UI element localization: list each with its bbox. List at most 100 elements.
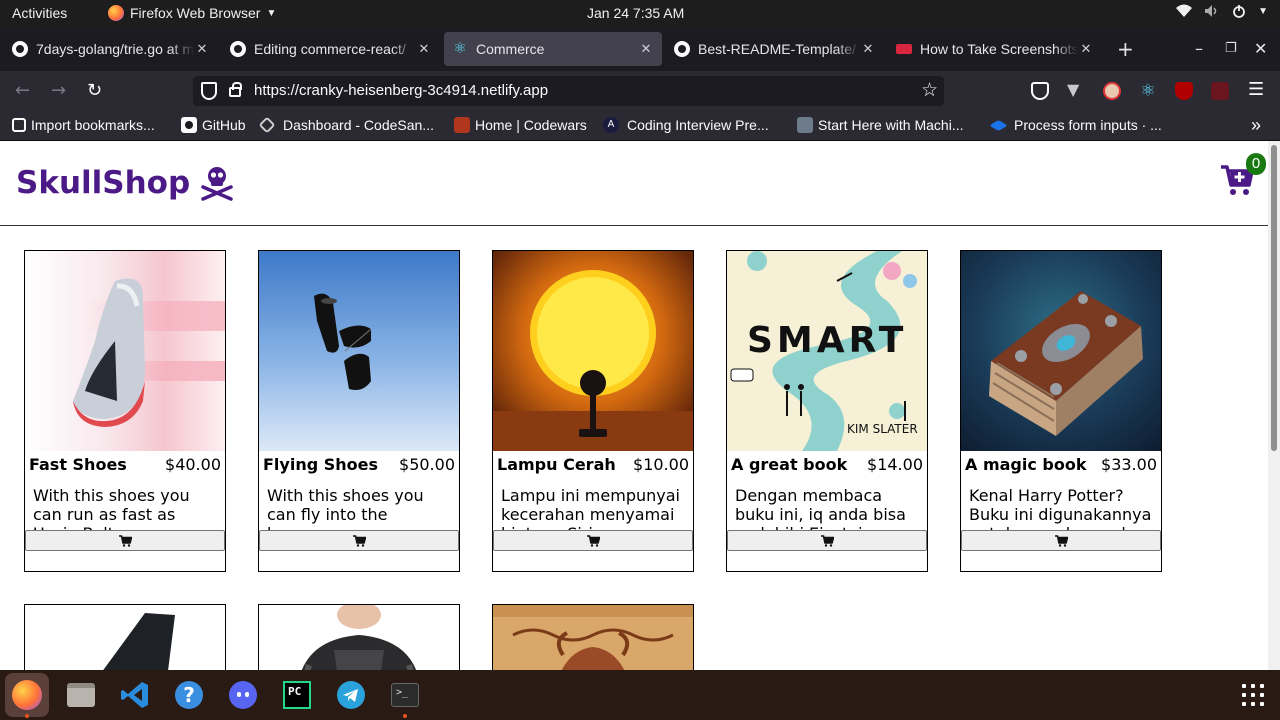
add-to-cart-button[interactable] [727,530,927,551]
system-top-bar: Activities Firefox Web Browser ▼ Jan 24 … [0,0,1280,27]
tab-label: Commerce [476,41,545,57]
tab-label: Best-README-Template/ [698,41,856,57]
extension-red-icon[interactable] [1211,82,1229,100]
show-applications-icon[interactable] [1242,684,1264,706]
product-title-row: Flying Shoes $50.00 [259,451,459,474]
add-to-cart-button[interactable] [961,530,1161,551]
brand-logo[interactable]: SkullShop [16,165,234,201]
activities-button[interactable]: Activities [12,5,67,21]
new-tab-button[interactable]: + [1117,37,1134,61]
url-text[interactable]: https://cranky-heisenberg-3c4914.netlify… [254,82,548,99]
dock-vscode[interactable] [113,673,157,717]
bookmark-label: Start Here with Machi... [818,117,964,133]
menu-icon[interactable]: ☰ [1248,80,1264,100]
bookmark-item[interactable]: Dashboard - CodeSan... [258,116,434,134]
folder-icon [67,683,95,707]
dock-firefox[interactable] [5,673,49,717]
running-indicator [403,714,407,718]
volume-icon [1205,5,1217,17]
page-scrollbar[interactable] [1268,141,1280,670]
bookmark-item[interactable]: GitHub [181,117,246,133]
lock-icon[interactable] [229,82,242,97]
close-icon[interactable]: ✕ [860,41,876,57]
tab-commerce[interactable]: ⚛ Commerce ✕ [444,32,662,66]
product-price: $50.00 [399,455,455,474]
shop-header: SkullShop 0 [0,141,1268,226]
github-icon [230,41,246,57]
add-to-cart-button[interactable] [25,530,225,551]
product-title-row: Fast Shoes $40.00 [25,451,225,474]
product-image [259,605,459,670]
tab-label: 7days-golang/trie.go at m [36,41,194,57]
product-name: Lampu Cerah [497,455,616,474]
url-bar[interactable]: https://cranky-heisenberg-3c4914.netlify… [193,76,944,106]
scrollbar-thumb[interactable] [1271,145,1277,451]
bookmark-item[interactable]: Import bookmarks... [12,117,155,133]
system-tray[interactable]: ▼ [1176,4,1268,18]
codesandbox-icon [258,116,276,134]
product-name: Fast Shoes [29,455,127,474]
app-menu[interactable]: Firefox Web Browser ▼ [108,5,276,21]
reload-button[interactable]: ↻ [87,81,102,101]
tab-label: Editing commerce-react/ [254,41,406,57]
dock-terminal[interactable]: >_ [383,673,427,717]
product-image [961,251,1161,451]
cart-plus-icon [820,534,834,547]
dock-discord[interactable] [221,673,265,717]
vue-devtools-icon[interactable]: ▼ [1067,80,1085,99]
book-title: SMART [747,320,907,361]
power-icon [1233,5,1245,18]
codewars-icon [454,117,470,133]
product-price: $40.00 [165,455,221,474]
bookmark-item[interactable]: Process form inputs · ... [989,117,1162,133]
shield-icon[interactable] [201,82,217,100]
product-card: Flying Shoes $50.00 With this shoes you … [258,250,460,572]
add-to-cart-button[interactable] [493,530,693,551]
clock[interactable]: Jan 24 7:35 AM [587,5,684,21]
product-price: $33.00 [1101,455,1157,474]
minimize-button[interactable]: – [1195,39,1203,58]
dock-pycharm[interactable]: PC [275,673,319,717]
brand-name: SkullShop [16,165,191,201]
bookmark-label: Dashboard - CodeSan... [283,117,434,133]
add-to-cart-button[interactable] [259,530,459,551]
close-window-button[interactable]: ✕ [1254,39,1267,58]
product-name: Flying Shoes [263,455,379,474]
forward-button[interactable]: → [51,81,66,101]
pycharm-icon: PC [283,681,311,709]
tab-readme-template[interactable]: Best-README-Template/ ✕ [666,32,884,66]
book-author: KIM SLATER [847,422,918,436]
close-icon[interactable]: ✕ [194,41,210,57]
product-title-row: Lampu Cerah $10.00 [493,451,693,474]
close-icon[interactable]: ✕ [1078,41,1094,57]
cart-plus-icon [1054,534,1068,547]
dock-files[interactable] [59,673,103,717]
tab-screenshots[interactable]: How to Take Screenshots ✕ [888,32,1102,66]
ublock-icon[interactable] [1175,82,1193,100]
tab-trie-go[interactable]: 7days-golang/trie.go at m ✕ [4,32,218,66]
bookmark-item[interactable]: A Coding Interview Pre... [603,117,769,133]
bookmark-item[interactable]: Start Here with Machi... [797,117,964,133]
react-devtools-icon[interactable]: ⚛ [1139,82,1157,100]
github-icon [181,117,197,133]
dock-telegram[interactable] [329,673,373,717]
maximize-button[interactable]: ❐ [1225,41,1237,56]
product-card [258,604,460,670]
dock-help[interactable]: ? [167,673,211,717]
extension-face-icon[interactable] [1103,82,1121,100]
bookmark-star-icon[interactable]: ☆ [921,79,938,102]
back-button[interactable]: ← [15,81,30,101]
algoexpert-icon: A [603,117,619,133]
more-bookmarks-icon[interactable]: » [1251,115,1261,136]
product-image [25,251,225,451]
close-icon[interactable]: ✕ [416,41,432,57]
product-name: A magic book [965,455,1087,474]
diamond-icon [989,119,1008,131]
tab-editing-commerce[interactable]: Editing commerce-react/ ✕ [222,32,440,66]
bookmark-item[interactable]: Home | Codewars [454,117,587,133]
pocket-icon[interactable] [1031,82,1049,100]
running-indicator [25,714,29,718]
close-icon[interactable]: ✕ [638,41,654,57]
navigation-bar: ← → ↻ https://cranky-heisenberg-3c4914.n… [0,71,1280,111]
product-card [24,604,226,670]
